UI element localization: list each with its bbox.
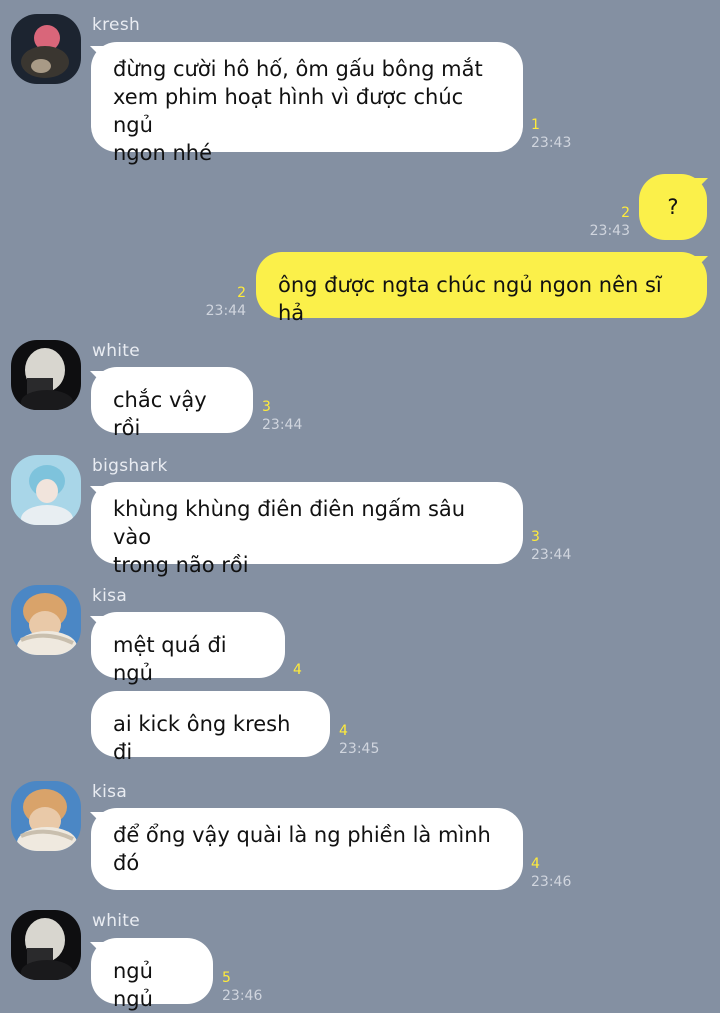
avatar-kisa[interactable]	[11, 781, 81, 851]
message-meta: 2 23:43	[560, 204, 630, 240]
message-meta: 5 23:46	[222, 969, 262, 1005]
message-text: đừng cười hô hố, ôm gấu bông mắt xem phi…	[113, 57, 483, 165]
timestamp: 23:46	[222, 988, 263, 1004]
message-text: mệt quá đi ngủ	[113, 633, 227, 685]
unread-count: 5	[222, 970, 231, 986]
timestamp: 23:44	[262, 417, 303, 433]
timestamp: 23:46	[531, 874, 572, 890]
message-bubble[interactable]: để ổng vậy quài là ng phiền là mình đó	[91, 808, 523, 890]
message-meta: 4	[293, 661, 302, 679]
timestamp: 23:44	[205, 303, 246, 319]
sender-name: kisa	[92, 586, 128, 606]
unread-count: 1	[531, 117, 540, 133]
unread-count: 2	[621, 205, 630, 221]
unread-count: 3	[531, 529, 540, 545]
unread-count: 4	[339, 723, 348, 739]
message-bubble[interactable]: mệt quá đi ngủ	[91, 612, 285, 685]
avatar-kresh[interactable]	[11, 14, 81, 84]
message-bubble[interactable]: ai kick ông kresh đi	[91, 691, 330, 764]
sender-name: kisa	[92, 782, 128, 802]
message-bubble[interactable]: ông được ngta chúc ngủ ngon nên sĩ hả	[256, 252, 707, 325]
avatar-white[interactable]	[11, 340, 81, 410]
message-bubble[interactable]: khùng khùng điên điên ngấm sâu vào trong…	[91, 482, 523, 577]
message-meta: 3 23:44	[262, 398, 302, 434]
message-text: ?	[667, 195, 679, 219]
message-text: để ổng vậy quài là ng phiền là mình đó	[113, 823, 491, 875]
message-bubble[interactable]: ngủ ngủ	[91, 938, 213, 1011]
timestamp: 23:43	[589, 223, 630, 239]
unread-count: 3	[262, 399, 271, 415]
avatar-bigshark[interactable]	[11, 455, 81, 525]
unread-count: 2	[237, 285, 246, 301]
sender-name: white	[92, 341, 141, 361]
sender-name: white	[92, 911, 141, 931]
message-bubble[interactable]: đừng cười hô hố, ôm gấu bông mắt xem phi…	[91, 42, 523, 165]
sender-name: kresh	[92, 15, 141, 35]
message-bubble[interactable]: ?	[639, 174, 707, 240]
message-meta: 4 23:45	[339, 722, 379, 758]
avatar-kisa[interactable]	[11, 585, 81, 655]
unread-count: 4	[531, 856, 540, 872]
avatar-white[interactable]	[11, 910, 81, 980]
message-bubble[interactable]: chắc vậy rồi	[91, 367, 253, 440]
message-meta: 3 23:44	[531, 528, 571, 564]
message-text: ngủ ngủ	[113, 959, 153, 1011]
message-text: ai kick ông kresh đi	[113, 712, 291, 764]
message-text: chắc vậy rồi	[113, 388, 207, 440]
message-meta: 2 23:44	[176, 284, 246, 320]
message-meta: 4 23:46	[531, 855, 571, 891]
timestamp: 23:43	[531, 135, 572, 151]
timestamp: 23:45	[339, 741, 380, 757]
message-text: khùng khùng điên điên ngấm sâu vào trong…	[113, 497, 466, 577]
sender-name: bigshark	[92, 456, 168, 476]
unread-count: 4	[293, 662, 302, 678]
message-text: ông được ngta chúc ngủ ngon nên sĩ hả	[278, 273, 662, 325]
timestamp: 23:44	[531, 547, 572, 563]
message-meta: 1 23:43	[531, 116, 571, 152]
